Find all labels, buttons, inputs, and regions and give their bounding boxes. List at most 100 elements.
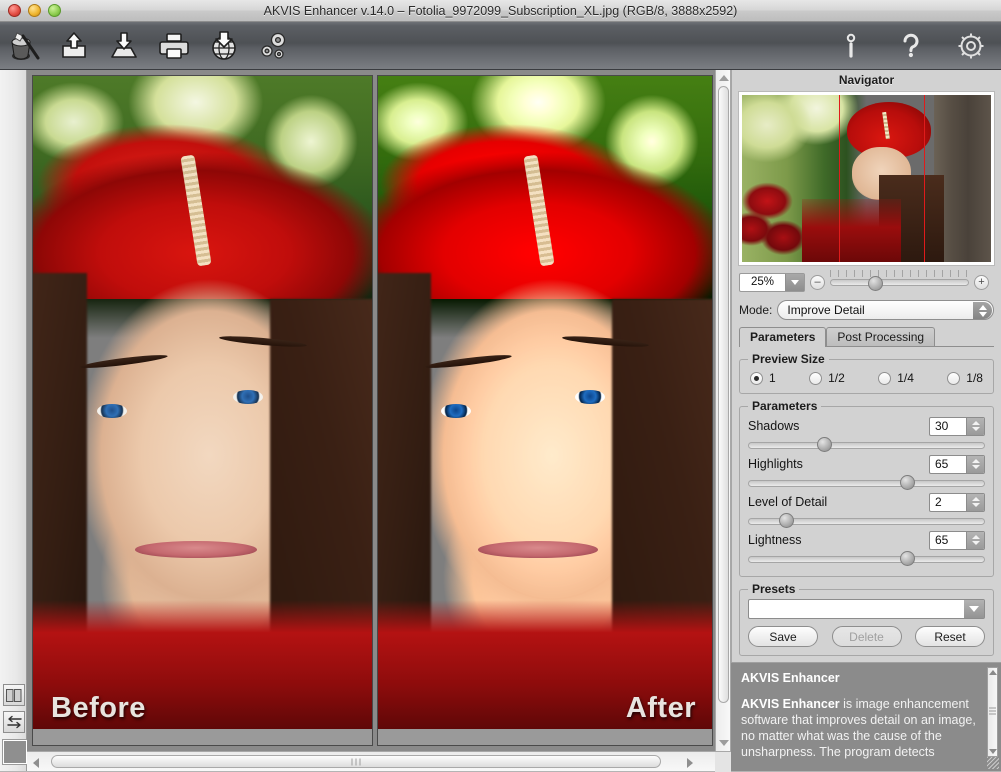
photo-lips bbox=[134, 541, 257, 559]
canvas-vertical-scrollbar[interactable] bbox=[715, 70, 731, 751]
level-of-detail-slider[interactable] bbox=[748, 513, 985, 528]
vertical-scroll-thumb[interactable] bbox=[718, 86, 729, 703]
scroll-right-arrow-icon[interactable] bbox=[687, 758, 693, 768]
preview-size-group: Preview Size 1 1/2 1/4 1/8 bbox=[739, 352, 994, 394]
shadows-slider[interactable] bbox=[748, 437, 985, 452]
quick-export-icon[interactable] bbox=[4, 25, 44, 67]
scroll-up-arrow-icon[interactable] bbox=[989, 670, 997, 675]
highlights-spinner[interactable] bbox=[929, 454, 985, 474]
help-icon[interactable] bbox=[891, 25, 931, 67]
slider-track bbox=[748, 480, 985, 487]
shadows-spinner[interactable] bbox=[929, 416, 985, 436]
level-of-detail-spinner[interactable] bbox=[929, 492, 985, 512]
open-image-icon[interactable] bbox=[54, 25, 94, 67]
chevron-down-icon[interactable] bbox=[785, 273, 804, 291]
lightness-value-input[interactable] bbox=[930, 531, 966, 549]
after-photo bbox=[378, 76, 712, 731]
settings-tabs: Parameters Post Processing bbox=[739, 327, 994, 347]
application-window: AKVIS Enhancer v.14.0 – Fotolia_9972099_… bbox=[0, 0, 1001, 772]
preview-size-option-1[interactable]: 1 bbox=[750, 371, 776, 385]
help-body: AKVIS Enhancer is image enhancement soft… bbox=[741, 696, 983, 760]
stepper-icon[interactable] bbox=[966, 417, 984, 435]
preview-size-option-1-4[interactable]: 1/4 bbox=[878, 371, 914, 385]
level-of-detail-value-input[interactable] bbox=[930, 493, 966, 511]
delete-preset-button: Delete bbox=[831, 626, 902, 647]
info-icon[interactable] bbox=[831, 25, 871, 67]
preferences-gear-icon[interactable] bbox=[951, 25, 991, 67]
help-panel: AKVIS Enhancer AKVIS Enhancer is image e… bbox=[731, 662, 1001, 771]
preset-select[interactable] bbox=[748, 599, 985, 619]
parameters-group: Parameters Shadows Highlights bbox=[739, 399, 994, 577]
shadows-value-input[interactable] bbox=[930, 417, 966, 435]
lightness-spinner[interactable] bbox=[929, 530, 985, 550]
highlights-value-input[interactable] bbox=[930, 455, 966, 473]
stepper-icon[interactable] bbox=[966, 493, 984, 511]
before-caption: Before bbox=[51, 692, 146, 724]
swap-before-after-icon[interactable] bbox=[3, 711, 25, 733]
preset-buttons: Save Delete Reset bbox=[748, 626, 985, 647]
zoom-in-button[interactable]: + bbox=[974, 274, 989, 290]
photo-eye-left bbox=[441, 403, 472, 418]
parameter-level-of-detail: Level of Detail bbox=[748, 492, 985, 528]
stepper-icon[interactable] bbox=[966, 455, 984, 473]
zoom-slider-track bbox=[830, 275, 969, 291]
zoom-out-button[interactable]: – bbox=[810, 274, 825, 290]
zoom-slider-ticks bbox=[830, 270, 969, 277]
preview-size-label: 1/8 bbox=[966, 371, 983, 385]
reset-preset-button[interactable]: Reset bbox=[915, 626, 985, 647]
slider-knob[interactable] bbox=[899, 475, 915, 490]
viewport-marker-left[interactable] bbox=[839, 95, 841, 262]
zoom-level-combobox[interactable]: 25% bbox=[739, 272, 805, 292]
split-view-icon[interactable] bbox=[3, 684, 25, 706]
scrollbar-corner bbox=[715, 751, 731, 772]
lightness-slider[interactable] bbox=[748, 551, 985, 566]
viewport-marker-right[interactable] bbox=[923, 95, 925, 262]
zoom-slider[interactable] bbox=[830, 270, 969, 291]
parameter-label: Lightness bbox=[748, 533, 802, 547]
thumbnail-scarf bbox=[801, 198, 902, 262]
stepper-icon[interactable] bbox=[966, 531, 984, 549]
chevron-down-icon[interactable] bbox=[964, 600, 984, 618]
parameter-shadows: Shadows bbox=[748, 416, 985, 452]
background-color-swatch[interactable] bbox=[3, 740, 27, 764]
image-canvas[interactable]: Before After bbox=[27, 70, 715, 751]
radio-dot-icon bbox=[809, 371, 823, 385]
photo-eye-left bbox=[97, 403, 128, 418]
save-preset-button[interactable]: Save bbox=[748, 626, 818, 647]
preview-size-option-1-8[interactable]: 1/8 bbox=[947, 371, 983, 385]
parameter-lightness: Lightness bbox=[748, 530, 985, 566]
main-toolbar bbox=[0, 22, 1001, 70]
navigator-preview[interactable] bbox=[738, 91, 995, 266]
print-image-icon[interactable] bbox=[154, 25, 194, 67]
scroll-down-arrow-icon[interactable] bbox=[989, 749, 997, 754]
help-resize-grip[interactable] bbox=[987, 757, 999, 769]
preview-size-label: 1/4 bbox=[897, 371, 914, 385]
after-caption: After bbox=[625, 692, 696, 724]
batch-processing-icon[interactable] bbox=[254, 25, 294, 67]
scroll-up-arrow-icon[interactable] bbox=[719, 75, 729, 81]
mode-select[interactable]: Improve Detail bbox=[777, 300, 994, 320]
mode-stepper-icon[interactable] bbox=[973, 302, 992, 319]
scroll-down-arrow-icon[interactable] bbox=[719, 740, 729, 746]
slider-knob[interactable] bbox=[778, 513, 794, 528]
tab-post-processing[interactable]: Post Processing bbox=[826, 327, 936, 346]
mode-label: Mode: bbox=[739, 303, 773, 317]
scroll-left-arrow-icon[interactable] bbox=[33, 758, 39, 768]
preview-size-option-1-2[interactable]: 1/2 bbox=[809, 371, 845, 385]
scroll-thumb-grip bbox=[351, 758, 361, 765]
before-image-pane[interactable]: Before bbox=[32, 75, 373, 746]
highlights-slider[interactable] bbox=[748, 475, 985, 490]
after-image-pane[interactable]: After bbox=[377, 75, 713, 746]
zoom-slider-knob[interactable] bbox=[867, 275, 883, 291]
help-scrollbar[interactable] bbox=[987, 667, 998, 757]
tab-parameters[interactable]: Parameters bbox=[739, 327, 827, 347]
slider-knob[interactable] bbox=[899, 551, 915, 566]
horizontal-scroll-thumb[interactable] bbox=[51, 755, 661, 768]
help-scroll-thumb[interactable] bbox=[989, 707, 996, 717]
slider-knob[interactable] bbox=[816, 437, 832, 452]
help-lead: AKVIS Enhancer bbox=[741, 697, 840, 711]
save-image-icon[interactable] bbox=[104, 25, 144, 67]
parameter-label: Shadows bbox=[748, 419, 800, 433]
canvas-horizontal-scrollbar[interactable] bbox=[27, 751, 715, 771]
publish-web-icon[interactable] bbox=[204, 25, 244, 67]
